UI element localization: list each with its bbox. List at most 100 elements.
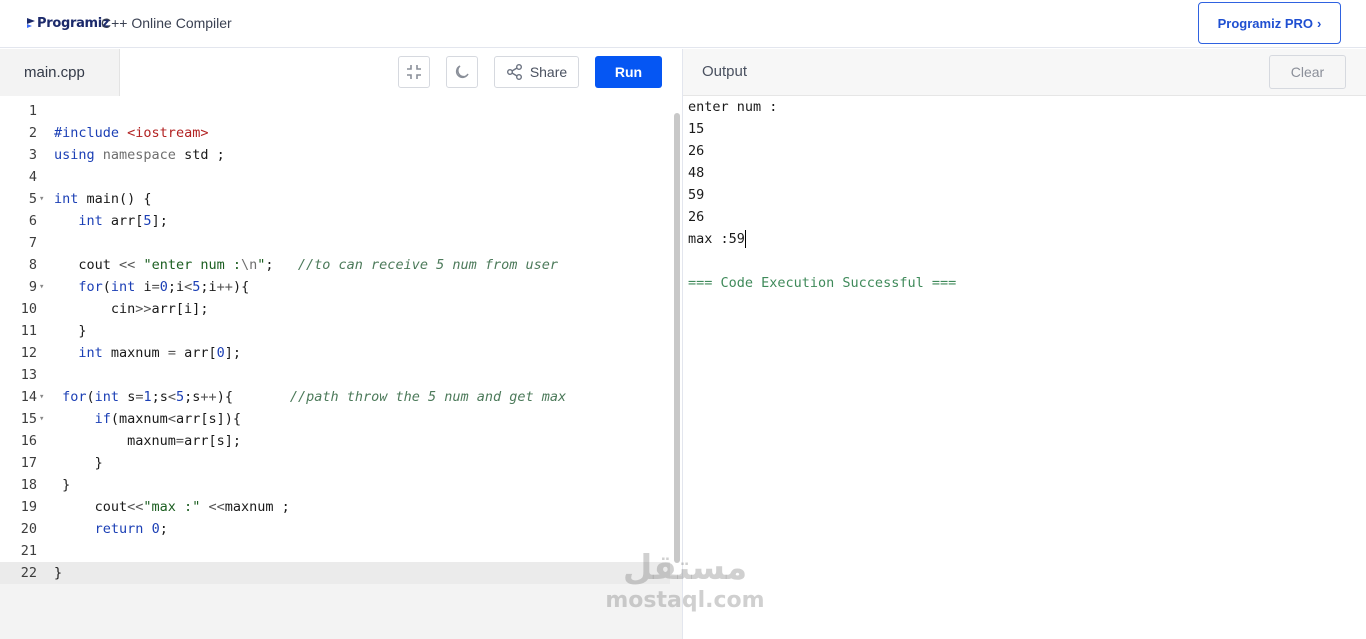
watermark: مستقل mostaql.com xyxy=(600,548,770,614)
editor-empty-area xyxy=(0,576,682,639)
code-text: } xyxy=(54,455,103,471)
share-button[interactable]: Share xyxy=(494,56,579,88)
code-line[interactable]: 9 ▾ for(int i=0;i<5;i++){ xyxy=(0,276,670,298)
share-label: Share xyxy=(529,64,568,80)
output-line: 26 xyxy=(688,143,705,159)
output-header: Output Clear xyxy=(683,49,1366,96)
output-line: max :59 xyxy=(688,230,746,248)
watermark-arabic: مستقل xyxy=(622,548,748,588)
run-button[interactable]: Run xyxy=(595,56,662,88)
code-text: } xyxy=(54,477,71,493)
top-bar: Programiz C++ Online Compiler Programiz … xyxy=(0,0,1366,48)
code-line[interactable]: 20 return 0; xyxy=(0,518,670,540)
line-number: 11 xyxy=(20,323,37,339)
line-number: 18 xyxy=(20,477,37,493)
code-line[interactable]: 4 xyxy=(0,166,670,188)
code-line[interactable]: 17 } xyxy=(0,452,670,474)
code-line[interactable]: 2 #include <iostream> xyxy=(0,122,670,144)
editor-pane: main.cpp Share Run 1 2 #include <iostream>… xyxy=(0,49,682,639)
code-line[interactable]: 3 using namespace std ; xyxy=(0,144,670,166)
code-text: for(int i=0;i<5;i++){ xyxy=(78,279,250,295)
line-number: 17 xyxy=(20,455,37,471)
app-title: C++ Online Compiler xyxy=(101,15,232,31)
programiz-pro-button[interactable]: Programiz PRO › xyxy=(1198,2,1341,44)
code-line[interactable]: 12 int maxnum = arr[0]; xyxy=(0,342,670,364)
code-line[interactable]: 11 } xyxy=(0,320,670,342)
fold-arrow-icon[interactable]: ▾ xyxy=(39,276,44,298)
code-line[interactable]: 8 cout << "enter num :\n"; //to can rece… xyxy=(0,254,670,276)
code-text: #include <iostream> xyxy=(54,125,209,141)
line-number: 5 xyxy=(28,191,37,207)
code-text: } xyxy=(54,323,87,339)
line-number: 16 xyxy=(20,433,37,449)
fold-arrow-icon[interactable]: ▾ xyxy=(39,386,44,408)
code-line[interactable]: 13 xyxy=(0,364,670,386)
line-number: 2 xyxy=(28,125,37,141)
code-line[interactable]: 10 cin>>arr[i]; xyxy=(0,298,670,320)
chevron-right-icon: › xyxy=(1317,15,1322,31)
editor-scrollbar[interactable] xyxy=(674,113,680,563)
code-text: cout<<"max :" <<maxnum ; xyxy=(54,499,290,515)
code-editor[interactable]: 1 2 #include <iostream> 3 using namespace st… xyxy=(0,96,682,639)
editor-toolbar: main.cpp Share Run xyxy=(0,49,682,96)
watermark-latin: mostaql.com xyxy=(605,588,765,613)
code-line[interactable]: 21 xyxy=(0,540,670,562)
line-number: 8 xyxy=(28,257,37,273)
code-text: maxnum=arr[s]; xyxy=(54,433,241,449)
code-text: return 0; xyxy=(94,521,168,537)
fold-arrow-icon[interactable]: ▾ xyxy=(39,188,44,210)
line-number: 3 xyxy=(28,147,37,163)
code-line[interactable]: 5 ▾ int main() { xyxy=(0,188,670,210)
pro-button-label: Programiz PRO xyxy=(1217,15,1313,31)
line-number: 21 xyxy=(20,543,37,559)
output-line: enter num : xyxy=(688,99,778,115)
code-line[interactable]: 22} xyxy=(0,562,670,584)
output-title: Output xyxy=(702,63,748,80)
code-text: int arr[5]; xyxy=(78,213,168,229)
execution-status: === Code Execution Successful === xyxy=(688,275,957,291)
collapse-icon xyxy=(407,65,421,79)
line-number: 9 xyxy=(28,279,37,295)
line-number: 22 xyxy=(20,565,37,581)
programiz-logo-icon xyxy=(27,18,35,28)
file-tab-main-cpp[interactable]: main.cpp xyxy=(0,49,120,96)
code-line[interactable]: 16 maxnum=arr[s]; xyxy=(0,430,670,452)
line-number: 4 xyxy=(28,169,37,185)
code-line[interactable]: 15 ▾ if(maxnum<arr[s]){ xyxy=(0,408,670,430)
output-console[interactable]: enter num : 15 26 48 59 26 max :59 === Code Exe… xyxy=(688,96,1358,294)
code-line[interactable]: 19 cout<<"max :" <<maxnum ; xyxy=(0,496,670,518)
share-icon xyxy=(506,64,522,80)
line-number: 1 xyxy=(28,103,37,119)
collapse-button[interactable] xyxy=(398,56,430,88)
clear-button[interactable]: Clear xyxy=(1269,55,1346,89)
code-text: cout << "enter num :\n"; //to can receiv… xyxy=(54,257,558,273)
code-line[interactable]: 7 xyxy=(0,232,670,254)
theme-toggle-button[interactable] xyxy=(446,56,478,88)
output-pane: Output Clear enter num : 15 26 48 59 26 max :5… xyxy=(682,49,1366,639)
code-line[interactable]: 1 xyxy=(0,100,670,122)
fold-arrow-icon[interactable]: ▾ xyxy=(39,408,44,430)
code-line[interactable]: 18 } xyxy=(0,474,670,496)
text-cursor xyxy=(744,230,746,248)
line-number: 13 xyxy=(20,367,37,383)
code-line[interactable]: 6 int arr[5]; xyxy=(0,210,670,232)
output-line: 26 xyxy=(688,209,705,225)
line-number: 19 xyxy=(20,499,37,515)
output-line: 59 xyxy=(688,187,705,203)
line-number: 6 xyxy=(28,213,37,229)
programiz-logo[interactable]: Programiz xyxy=(26,12,110,34)
code-text: } xyxy=(54,565,63,581)
line-number: 15 xyxy=(20,411,37,427)
line-number: 12 xyxy=(20,345,37,361)
code-line[interactable]: 14 ▾ for(int s=1;s<5;s++){ //path throw t… xyxy=(0,386,670,408)
code-text: if(maxnum<arr[s]){ xyxy=(94,411,241,427)
output-line: 15 xyxy=(688,121,705,137)
line-number: 10 xyxy=(20,301,37,317)
moon-icon xyxy=(455,65,469,79)
line-number: 14 xyxy=(20,389,37,405)
line-number: 20 xyxy=(20,521,37,537)
code-text: int main() { xyxy=(54,191,152,207)
output-line: 48 xyxy=(688,165,705,181)
code-text: cin>>arr[i]; xyxy=(54,301,209,317)
